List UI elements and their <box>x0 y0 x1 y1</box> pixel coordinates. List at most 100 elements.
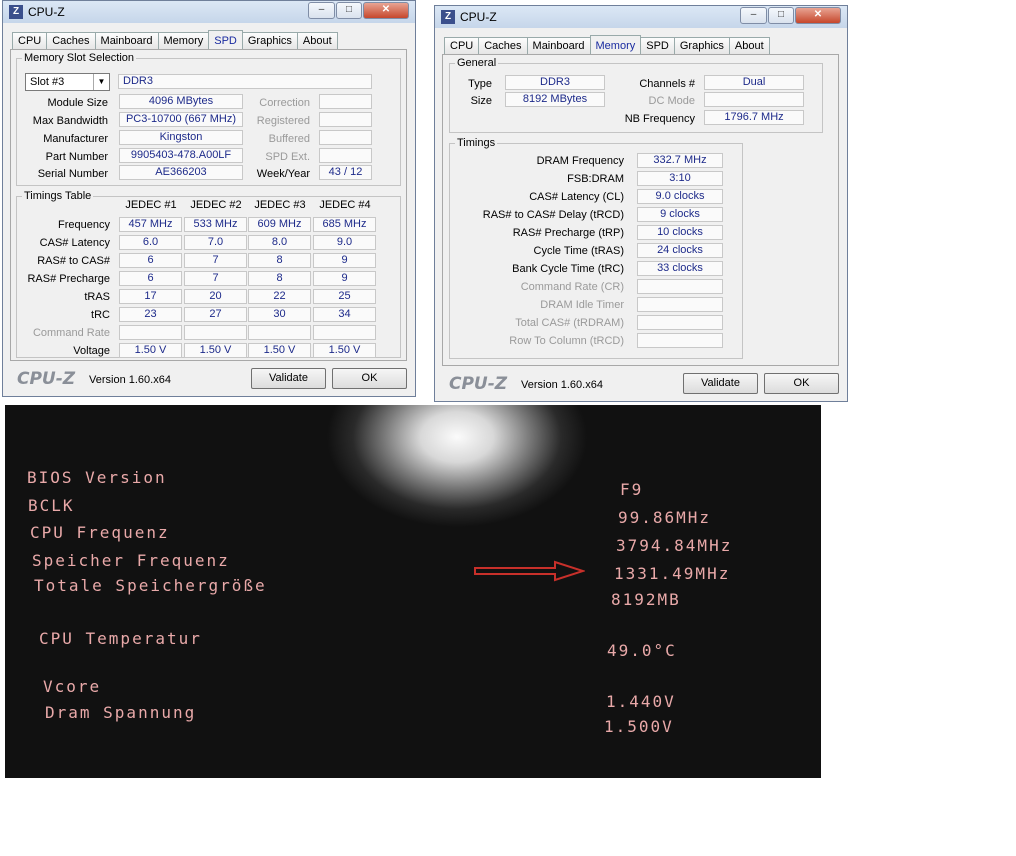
tab-caches[interactable]: Caches <box>478 37 528 55</box>
close-button[interactable]: ✕ <box>795 7 841 24</box>
timing-cell-tras-jedec3: 22 <box>248 289 311 304</box>
minimize-button[interactable]: – <box>308 2 335 19</box>
cpuz-window-spd: Z CPU-Z – □ ✕ CPU Caches Mainboard Memory SP… <box>2 0 416 397</box>
window-title: CPU-Z <box>460 10 497 24</box>
maximize-button[interactable]: □ <box>768 7 794 24</box>
timing-label-cas-latency-cl: CAS# Latency (CL) <box>529 191 624 203</box>
cpuz-app-icon: Z <box>9 5 23 19</box>
bios-label-dram-spannung: Dram Spannung <box>45 703 197 722</box>
bios-value-cpu-temperatur: 49.0°C <box>607 641 677 660</box>
slot-select-value: Slot #3 <box>30 76 65 88</box>
timing-label-trc: tRC <box>91 309 110 321</box>
timing-cell-command-rate-jedec1 <box>119 325 182 340</box>
maximize-button[interactable]: □ <box>336 2 362 19</box>
type-field: DDR3 <box>505 75 605 90</box>
jedec2-header: JEDEC #2 <box>190 199 242 211</box>
tab-about[interactable]: About <box>728 37 770 55</box>
module-size-field: 4096 MBytes <box>119 94 243 109</box>
title-bar[interactable]: Z CPU-Z – □ ✕ <box>435 6 847 28</box>
close-button[interactable]: ✕ <box>363 2 409 19</box>
cpuz-logo: CPU-Z <box>449 374 508 394</box>
tab-mainboard[interactable]: Mainboard <box>526 37 591 55</box>
max-bandwidth-label: Max Bandwidth <box>32 115 108 127</box>
bios-value-totale-speichergr-e: 8192MB <box>611 590 681 609</box>
ok-button[interactable]: OK <box>332 368 407 389</box>
tab-memory[interactable]: Memory <box>589 35 642 56</box>
timing-cell-ras-to-cas-jedec1: 6 <box>119 253 182 268</box>
timing-value-command-rate-cr <box>637 279 723 294</box>
week-year-field: 43 / 12 <box>319 165 372 180</box>
cpuz-logo: CPU-Z <box>17 369 76 389</box>
timing-cell-ras-precharge-jedec3: 8 <box>248 271 311 286</box>
timing-value-fsb-dram: 3:10 <box>637 171 723 186</box>
bios-value-dram-spannung: 1.500V <box>604 717 674 736</box>
bios-value-bclk: 99.86MHz <box>618 508 712 527</box>
timing-value-dram-frequency: 332.7 MHz <box>637 153 723 168</box>
tab-spd[interactable]: SPD <box>208 30 243 51</box>
validate-button[interactable]: Validate <box>683 373 758 394</box>
max-bandwidth-field: PC3-10700 (667 MHz) <box>119 112 243 127</box>
chevron-down-icon[interactable]: ▼ <box>93 74 109 90</box>
tab-graphics[interactable]: Graphics <box>673 37 730 55</box>
channels-field: Dual <box>704 75 804 90</box>
tab-caches[interactable]: Caches <box>46 32 96 50</box>
tab-about[interactable]: About <box>296 32 338 50</box>
jedec3-header: JEDEC #3 <box>254 199 306 211</box>
size-field: 8192 MBytes <box>505 92 605 107</box>
timing-label-cycle-time-tras: Cycle Time (tRAS) <box>533 245 624 257</box>
manufacturer-label: Manufacturer <box>43 133 108 145</box>
title-bar[interactable]: Z CPU-Z – □ ✕ <box>3 1 415 23</box>
timing-label-command-rate: Command Rate <box>32 327 110 339</box>
dc-mode-label: DC Mode <box>648 95 695 107</box>
timing-label-ras-to-cas: RAS# to CAS# <box>37 255 110 267</box>
type-label: Type <box>468 78 492 90</box>
timing-label-bank-cycle-time-trc: Bank Cycle Time (tRC) <box>512 263 624 275</box>
correction-field <box>319 94 372 109</box>
tab-spd[interactable]: SPD <box>640 37 675 55</box>
tab-mainboard[interactable]: Mainboard <box>94 32 159 50</box>
part-number-field: 9905403-478.A00LF <box>119 148 243 163</box>
timing-value-row-to-column-trcd <box>637 333 723 348</box>
bios-value-speicher-frequenz: 1331.49MHz <box>614 564 731 583</box>
timing-cell-trc-jedec1: 23 <box>119 307 182 322</box>
registered-field <box>319 112 372 127</box>
slot-select[interactable]: Slot #3 ▼ <box>25 73 110 91</box>
module-size-label: Module Size <box>47 97 108 109</box>
timing-label-dram-idle-timer: DRAM Idle Timer <box>540 299 624 311</box>
bios-value-vcore: 1.440V <box>606 692 676 711</box>
tab-cpu[interactable]: CPU <box>444 37 480 55</box>
validate-button[interactable]: Validate <box>251 368 326 389</box>
jedec1-header: JEDEC #1 <box>125 199 177 211</box>
tab-memory[interactable]: Memory <box>157 32 210 50</box>
nb-frequency-field: 1796.7 MHz <box>704 110 804 125</box>
nb-frequency-label: NB Frequency <box>624 113 695 125</box>
spd-ext-label: SPD Ext. <box>265 151 310 163</box>
timing-value-total-cas-trdram <box>637 315 723 330</box>
tab-graphics[interactable]: Graphics <box>241 32 298 50</box>
timing-label-row-to-column-trcd: Row To Column (tRCD) <box>509 335 624 347</box>
bios-label-cpu-temperatur: CPU Temperatur <box>39 629 202 648</box>
timing-label-ras-precharge: RAS# Precharge <box>27 273 110 285</box>
red-arrow-icon <box>474 560 585 582</box>
timing-cell-voltage-jedec2: 1.50 V <box>184 343 247 358</box>
tab-bar: CPU Caches Mainboard Memory SPD Graphics About <box>12 29 338 51</box>
timing-cell-trc-jedec2: 27 <box>184 307 247 322</box>
timing-cell-voltage-jedec1: 1.50 V <box>119 343 182 358</box>
tab-cpu[interactable]: CPU <box>12 32 48 50</box>
size-label: Size <box>470 95 492 107</box>
timing-cell-frequency-jedec2: 533 MHz <box>184 217 247 232</box>
ok-button[interactable]: OK <box>764 373 839 394</box>
week-year-label: Week/Year <box>256 168 310 180</box>
registered-label: Registered <box>256 115 310 127</box>
timing-cell-cas-latency-jedec2: 7.0 <box>184 235 247 250</box>
dc-mode-field <box>704 92 804 107</box>
timing-cell-frequency-jedec3: 609 MHz <box>248 217 311 232</box>
memory-type-field: DDR3 <box>118 74 372 89</box>
timing-label-ras-precharge-trp: RAS# Precharge (tRP) <box>512 227 624 239</box>
minimize-button[interactable]: – <box>740 7 767 24</box>
timing-cell-ras-to-cas-jedec4: 9 <box>313 253 376 268</box>
timing-label-tras: tRAS <box>84 291 110 303</box>
timing-cell-trc-jedec3: 30 <box>248 307 311 322</box>
bios-label-bclk: BCLK <box>28 496 75 515</box>
timing-cell-tras-jedec1: 17 <box>119 289 182 304</box>
